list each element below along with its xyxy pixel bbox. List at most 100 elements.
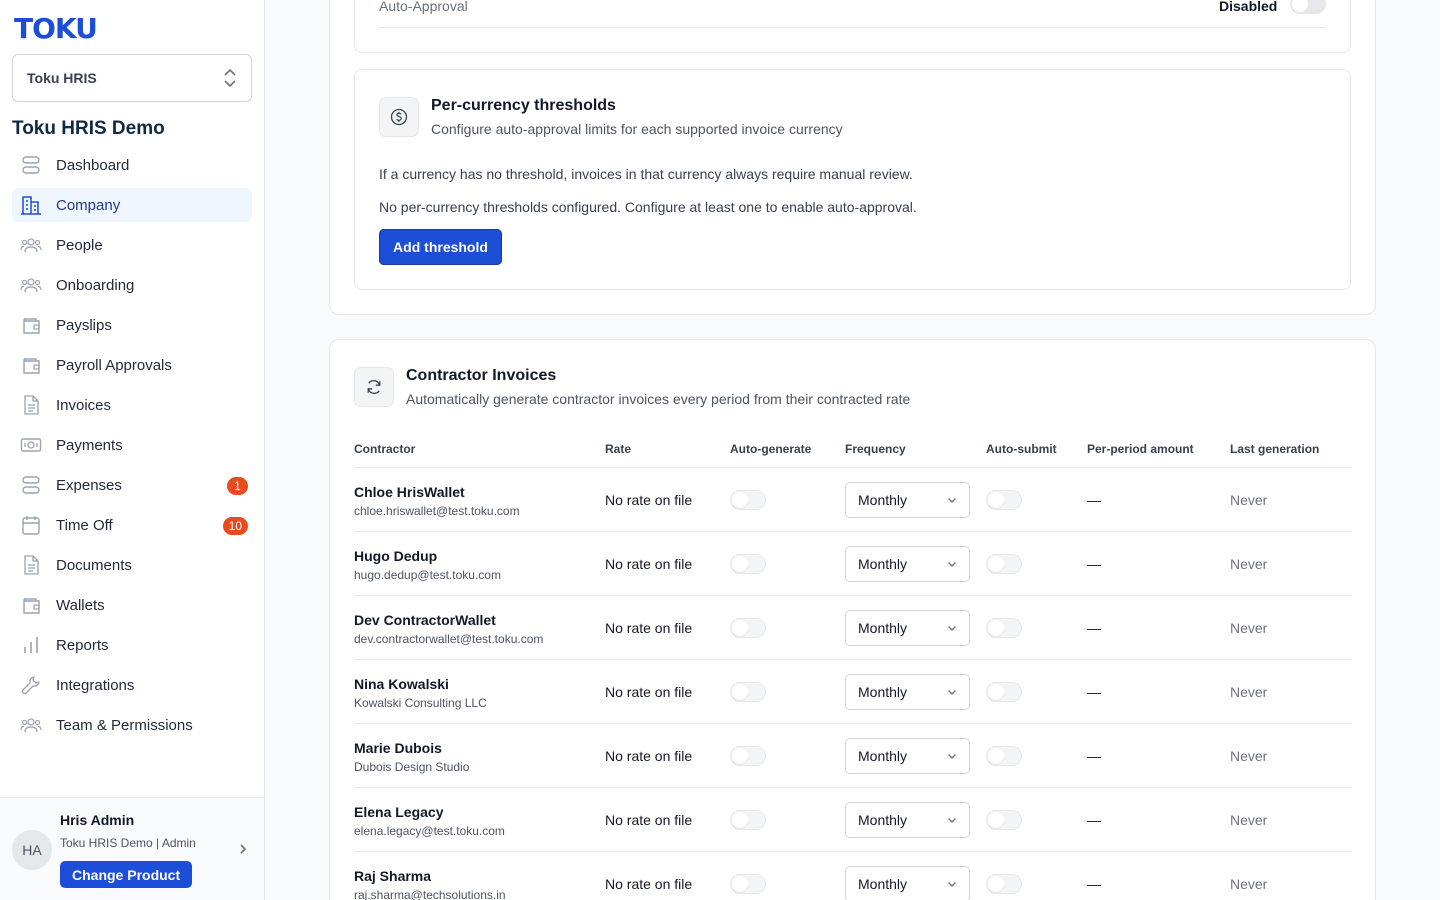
per-currency-empty: No per-currency thresholds configured. C… bbox=[379, 199, 917, 215]
contractor-rate: No rate on file bbox=[605, 684, 693, 700]
auto-submit-toggle[interactable] bbox=[986, 618, 1022, 638]
wallet-icon bbox=[20, 354, 42, 376]
toku-logo[interactable]: TOKU bbox=[14, 12, 98, 45]
column-header-per-period-amount[interactable]: Per-period amount bbox=[1087, 442, 1194, 456]
sidebar-item-label: People bbox=[56, 236, 103, 254]
auto-generate-toggle[interactable] bbox=[730, 746, 766, 766]
stack-icon bbox=[20, 154, 42, 176]
auto-approval-status: Disabled bbox=[1219, 0, 1278, 14]
sidebar-item-label: Team & Permissions bbox=[56, 716, 193, 734]
sidebar-item-payroll-approvals[interactable]: Payroll Approvals bbox=[12, 348, 252, 382]
sidebar-item-payslips[interactable]: Payslips bbox=[12, 308, 252, 342]
sidebar-item-documents[interactable]: Documents bbox=[12, 548, 252, 582]
chevron-down-icon bbox=[948, 562, 956, 567]
sidebar-item-onboarding[interactable]: Onboarding bbox=[12, 268, 252, 302]
sidebar-item-dashboard[interactable]: Dashboard bbox=[12, 148, 252, 182]
frequency-select[interactable]: Monthly bbox=[845, 802, 970, 838]
sidebar-item-label: Wallets bbox=[56, 596, 105, 614]
chevron-up-down-icon bbox=[224, 68, 236, 88]
contractor-name: Marie Dubois bbox=[354, 740, 442, 756]
contractor-detail: chloe.hriswallet@test.toku.com bbox=[354, 504, 520, 518]
auto-submit-toggle[interactable] bbox=[986, 746, 1022, 766]
add-threshold-button[interactable]: Add threshold bbox=[379, 229, 502, 265]
column-header-last-generation[interactable]: Last generation bbox=[1230, 442, 1319, 456]
sidebar-item-company[interactable]: Company bbox=[12, 188, 252, 222]
chevron-down-icon bbox=[948, 882, 956, 887]
frequency-select[interactable]: Monthly bbox=[845, 866, 970, 900]
auto-generate-toggle[interactable] bbox=[730, 554, 766, 574]
contractor-rate: No rate on file bbox=[605, 620, 693, 636]
sidebar-item-people[interactable]: People bbox=[12, 228, 252, 262]
people-icon bbox=[20, 274, 42, 296]
per-period-amount: — bbox=[1087, 556, 1101, 572]
column-header-auto-generate[interactable]: Auto-generate bbox=[730, 442, 811, 456]
auto-submit-toggle[interactable] bbox=[986, 810, 1022, 830]
auto-submit-toggle[interactable] bbox=[986, 554, 1022, 574]
sidebar-item-integrations[interactable]: Integrations bbox=[12, 668, 252, 702]
auto-submit-toggle[interactable] bbox=[986, 490, 1022, 510]
sidebar-item-label: Invoices bbox=[56, 396, 112, 414]
sidebar-item-label: Time Off bbox=[56, 516, 113, 534]
frequency-value: Monthly bbox=[858, 876, 908, 892]
frequency-value: Monthly bbox=[858, 748, 908, 764]
sidebar-item-team-and-permissions[interactable]: Team & Permissions bbox=[12, 708, 252, 742]
change-product-button[interactable]: Change Product bbox=[60, 861, 193, 888]
auto-submit-toggle[interactable] bbox=[986, 874, 1022, 894]
column-header-auto-submit[interactable]: Auto-submit bbox=[986, 442, 1057, 456]
per-period-amount: — bbox=[1087, 748, 1101, 764]
table-row: Dev ContractorWallet dev.contractorwallet… bbox=[354, 596, 1351, 660]
sidebar-item-expenses[interactable]: Expenses 1 bbox=[12, 468, 252, 502]
contractor-rate: No rate on file bbox=[605, 556, 693, 572]
table-row: Chloe HrisWallet chloe.hriswallet@test.to… bbox=[354, 468, 1351, 532]
frequency-select[interactable]: Monthly bbox=[845, 546, 970, 582]
table-row: Elena Legacy elena.legacy@test.toku.com No… bbox=[354, 788, 1351, 852]
dollar-circle-icon bbox=[379, 97, 419, 137]
contractor-detail: dev.contractorwallet@test.toku.com bbox=[354, 632, 544, 646]
contractor-name: Raj Sharma bbox=[354, 868, 432, 884]
document-icon bbox=[20, 394, 42, 416]
frequency-select[interactable]: Monthly bbox=[845, 738, 970, 774]
auto-submit-toggle[interactable] bbox=[986, 682, 1022, 702]
last-generation: Never bbox=[1230, 876, 1268, 892]
contractor-rate: No rate on file bbox=[605, 812, 693, 828]
frequency-select[interactable]: Monthly bbox=[845, 482, 970, 518]
contractor-detail: Kowalski Consulting LLC bbox=[354, 696, 487, 710]
auto-generate-toggle[interactable] bbox=[730, 490, 766, 510]
contractor-name: Dev ContractorWallet bbox=[354, 612, 496, 628]
product-select[interactable]: Toku HRIS bbox=[12, 54, 252, 102]
contractor-name: Hugo Dedup bbox=[354, 548, 438, 564]
auto-approval-toggle[interactable] bbox=[1290, 0, 1326, 14]
last-generation: Never bbox=[1230, 748, 1268, 764]
frequency-select[interactable]: Monthly bbox=[845, 610, 970, 646]
contractor-name: Elena Legacy bbox=[354, 804, 444, 820]
column-header-rate[interactable]: Rate bbox=[605, 442, 631, 456]
sidebar-item-time-off[interactable]: Time Off 10 bbox=[12, 508, 252, 542]
sidebar-item-payments[interactable]: Payments bbox=[12, 428, 252, 462]
auto-generate-toggle[interactable] bbox=[730, 682, 766, 702]
sidebar-item-label: Documents bbox=[56, 556, 132, 574]
table-row: Hugo Dedup hugo.dedup@test.toku.com No rat… bbox=[354, 532, 1351, 596]
frequency-value: Monthly bbox=[858, 684, 908, 700]
sidebar-item-label: Integrations bbox=[56, 676, 135, 694]
column-header-contractor[interactable]: Contractor bbox=[354, 442, 415, 456]
stack-icon bbox=[20, 474, 42, 496]
column-header-frequency[interactable]: Frequency bbox=[845, 442, 906, 456]
chevron-right-icon[interactable] bbox=[237, 842, 249, 856]
frequency-value: Monthly bbox=[858, 812, 908, 828]
sidebar-item-invoices[interactable]: Invoices bbox=[12, 388, 252, 422]
frequency-select[interactable]: Monthly bbox=[845, 674, 970, 710]
chevron-down-icon bbox=[948, 498, 956, 503]
last-generation: Never bbox=[1230, 620, 1268, 636]
auto-generate-toggle[interactable] bbox=[730, 618, 766, 638]
contractor-detail: Dubois Design Studio bbox=[354, 760, 470, 774]
per-period-amount: — bbox=[1087, 620, 1101, 636]
avatar[interactable]: HA bbox=[12, 830, 52, 870]
contractor-detail: raj.sharma@techsolutions.in bbox=[354, 888, 506, 900]
auto-generate-toggle[interactable] bbox=[730, 810, 766, 830]
contractor-detail: hugo.dedup@test.toku.com bbox=[354, 568, 501, 582]
chevron-down-icon bbox=[948, 754, 956, 759]
sidebar-item-wallets[interactable]: Wallets bbox=[12, 588, 252, 622]
auto-generate-toggle[interactable] bbox=[730, 874, 766, 894]
sidebar-item-reports[interactable]: Reports bbox=[12, 628, 252, 662]
sidebar-item-label: Payslips bbox=[56, 316, 112, 334]
